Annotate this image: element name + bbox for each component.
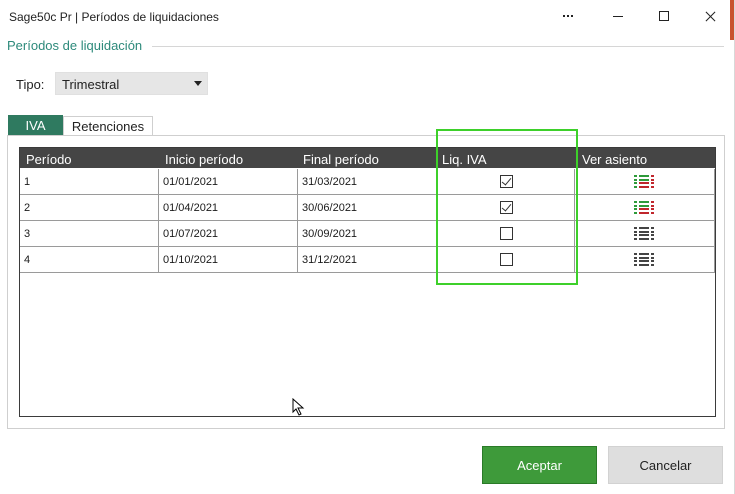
cell-text-inicio: 01/04/2021 [163, 202, 219, 214]
periods-grid: Período Inicio período Final período Liq… [19, 147, 716, 417]
grid-cell-final: 31/03/2021 [298, 169, 437, 194]
ledger-gray-icon[interactable] [634, 253, 656, 267]
column-header-periodo[interactable]: Período [26, 152, 72, 167]
table-row[interactable]: 3 01/07/2021 30/09/2021 [20, 221, 715, 247]
title-bar[interactable]: Sage50c Pr | Períodos de liquidaciones [0, 0, 731, 32]
cell-text-periodo: 4 [24, 254, 31, 266]
table-row[interactable]: 1 01/01/2021 31/03/2021 [20, 169, 715, 195]
cell-text-final: 31/03/2021 [302, 176, 358, 188]
grid-cell-periodo: 2 [20, 195, 159, 220]
cancel-label: Cancelar [639, 457, 692, 473]
cancel-button[interactable]: Cancelar [608, 446, 723, 484]
liq-iva-checkbox-unchecked[interactable] [500, 227, 513, 240]
liq-iva-checkbox-unchecked[interactable] [500, 253, 513, 266]
tab-iva[interactable]: IVA [8, 115, 63, 136]
cell-text-final: 30/09/2021 [302, 228, 358, 240]
window-title: Sage50c Pr | Períodos de liquidaciones [9, 10, 219, 24]
grid-cell-periodo: 3 [20, 221, 159, 246]
column-header-ver-asiento[interactable]: Ver asiento [582, 152, 647, 167]
tipo-label: Tipo: [16, 77, 45, 92]
cell-text-periodo: 1 [24, 176, 31, 188]
grid-cell-inicio: 01/07/2021 [159, 221, 298, 246]
grid-cell-periodo: 1 [20, 169, 159, 194]
cell-text-final: 30/06/2021 [302, 202, 358, 214]
tipo-select[interactable]: Trimestral [55, 72, 208, 95]
cell-text-inicio: 01/07/2021 [163, 228, 219, 240]
grid-cell-final: 31/12/2021 [298, 247, 437, 272]
section-title: Períodos de liquidación [7, 38, 143, 53]
grid-cell-final: 30/06/2021 [298, 195, 437, 220]
grid-cell-periodo: 4 [20, 247, 159, 272]
dropdown-arrow-icon[interactable] [194, 81, 202, 86]
grid-cell-inicio: 01/10/2021 [159, 247, 298, 272]
tab-iva-label: IVA [25, 118, 46, 133]
cell-text-inicio: 01/01/2021 [163, 176, 219, 188]
grid-cell-inicio: 01/04/2021 [159, 195, 298, 220]
column-header-liq-iva[interactable]: Liq. IVA [442, 152, 487, 167]
column-header-final[interactable]: Final período [303, 152, 379, 167]
grid-header: Período Inicio período Final período Liq… [20, 148, 715, 168]
mouse-cursor-icon [292, 398, 305, 416]
tipo-selected-value: Trimestral [62, 77, 120, 92]
tab-retenciones-label: Retenciones [71, 119, 145, 134]
grid-cell-final: 30/09/2021 [298, 221, 437, 246]
liq-iva-checkbox-checked[interactable] [500, 201, 513, 214]
table-row[interactable]: 4 01/10/2021 31/12/2021 [20, 247, 715, 273]
accept-label: Aceptar [517, 457, 562, 473]
more-options-icon[interactable] [545, 0, 591, 32]
close-icon[interactable] [687, 0, 733, 32]
grid-cell-inicio: 01/01/2021 [159, 169, 298, 194]
maximize-icon[interactable] [641, 0, 687, 32]
section-divider [152, 46, 724, 47]
tab-retenciones[interactable]: Retenciones [63, 116, 153, 136]
column-header-inicio[interactable]: Inicio período [165, 152, 243, 167]
ledger-colored-icon[interactable] [634, 175, 656, 189]
liq-iva-checkbox-checked[interactable] [500, 175, 513, 188]
ledger-colored-icon[interactable] [634, 201, 656, 215]
accept-button[interactable]: Aceptar [482, 446, 597, 484]
cell-text-periodo: 3 [24, 228, 31, 240]
cell-text-periodo: 2 [24, 202, 31, 214]
table-row[interactable]: 2 01/04/2021 30/06/2021 [20, 195, 715, 221]
minimize-icon[interactable] [595, 0, 641, 32]
cell-text-inicio: 01/10/2021 [163, 254, 219, 266]
cell-text-final: 31/12/2021 [302, 254, 358, 266]
dialog-window: Sage50c Pr | Períodos de liquidaciones P… [0, 0, 735, 494]
ledger-gray-icon[interactable] [634, 227, 656, 241]
